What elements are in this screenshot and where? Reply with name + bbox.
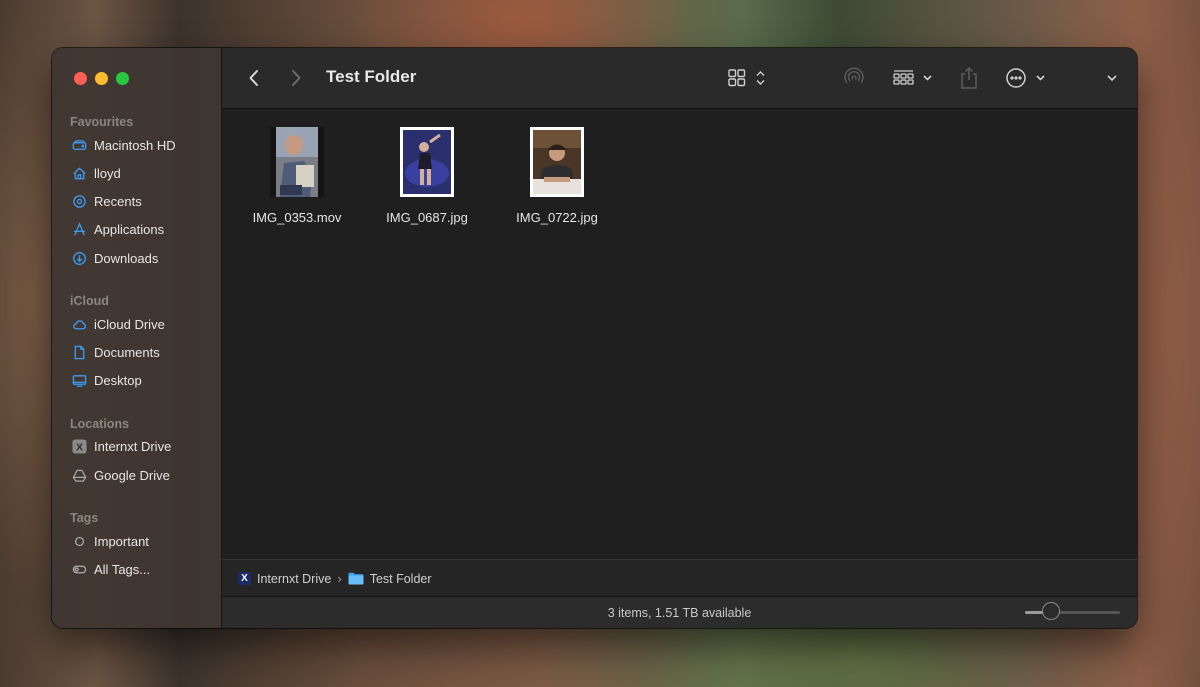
sidebar-item-label: Desktop [94,373,142,388]
desktop-icon [70,371,88,389]
tags-icon [70,560,88,578]
sidebar-item-google-drive[interactable]: Google Drive [70,463,170,487]
finder-window: Favourites Macintosh HD lloyd Recents Ap… [52,48,1137,628]
sidebar-item-desktop[interactable]: Desktop [70,368,142,392]
sidebar-item-label: Recents [94,194,142,209]
close-button[interactable] [74,72,87,85]
status-bar: 3 items, 1.51 TB available [222,596,1137,628]
sidebar-section-favourites: Favourites [70,115,133,129]
toolbar: Test Folder [222,48,1137,109]
sidebar-item-label: Macintosh HD [94,138,176,153]
sidebar-item-applications[interactable]: Applications [70,217,164,241]
svg-text:X: X [76,442,83,453]
sidebar-item-downloads[interactable]: Downloads [70,246,158,270]
sidebar-item-documents[interactable]: Documents [70,340,160,364]
tag-circle-icon [70,532,88,550]
file-name: IMG_0722.jpg [497,210,617,225]
airdrop-button[interactable] [842,66,866,90]
path-item-label: Test Folder [370,572,432,586]
hard-drive-icon [70,136,88,154]
file-item[interactable]: IMG_0687.jpg [367,127,487,225]
zoom-slider-knob[interactable] [1042,602,1060,620]
file-grid: IMG_0353.mov IMG_0687.jpg [222,109,1137,559]
file-item[interactable]: IMG_0722.jpg [497,127,617,225]
sidebar-item-all-tags[interactable]: All Tags... [70,557,150,581]
sidebar-item-macintosh-hd[interactable]: Macintosh HD [70,133,176,157]
chevron-right-icon [290,68,302,88]
group-button[interactable] [892,67,936,89]
forward-button[interactable] [286,66,306,90]
sidebar-item-lloyd[interactable]: lloyd [70,161,121,185]
download-icon [70,249,88,267]
applications-icon [70,220,88,238]
home-icon [70,164,88,182]
sidebar-item-label: Google Drive [94,468,170,483]
sidebar-item-icloud-drive[interactable]: iCloud Drive [70,312,165,336]
back-button[interactable] [244,66,264,90]
image-thumbnail [530,127,584,197]
window-controls [74,72,129,85]
clock-icon [70,192,88,210]
sidebar-item-label: Internxt Drive [94,439,171,454]
sidebar-section-icloud: iCloud [70,294,109,308]
path-separator-icon: › [337,571,341,586]
group-icon [892,67,936,89]
file-item[interactable]: IMG_0353.mov [237,127,357,225]
zoom-slider[interactable] [1025,611,1120,614]
share-button[interactable] [958,65,980,91]
document-icon [70,343,88,361]
sidebar: Favourites Macintosh HD lloyd Recents Ap… [52,48,222,628]
chevron-left-icon [248,68,260,88]
path-item-test-folder[interactable]: Test Folder [348,572,432,586]
sidebar-item-label: Documents [94,345,160,360]
sidebar-item-label: Downloads [94,251,158,266]
google-drive-icon [70,466,88,484]
internxt-icon: X [70,437,88,455]
sidebar-item-recents[interactable]: Recents [70,189,142,213]
main-pane: Test Folder [222,48,1137,628]
sidebar-item-label: All Tags... [94,562,150,577]
path-item-label: Internxt Drive [257,572,331,586]
file-name: IMG_0687.jpg [367,210,487,225]
status-text: 3 items, 1.51 TB available [222,606,1137,620]
ellipsis-circle-icon [1004,66,1050,90]
sidebar-item-important[interactable]: Important [70,529,149,553]
folder-icon [348,572,364,585]
sidebar-section-locations: Locations [70,417,129,431]
internxt-icon: X [238,572,251,585]
zoom-button[interactable] [116,72,129,85]
path-bar: X Internxt Drive › Test Folder [222,559,1137,597]
chevron-down-icon [1105,73,1119,83]
sidebar-item-label: Important [94,534,149,549]
share-icon [958,65,980,91]
sidebar-item-label: iCloud Drive [94,317,165,332]
sidebar-item-internxt-drive[interactable]: X Internxt Drive [70,434,171,458]
minimize-button[interactable] [95,72,108,85]
sidebar-item-label: lloyd [94,166,121,181]
file-name: IMG_0353.mov [237,210,357,225]
overflow-chevron-button[interactable] [1102,67,1122,89]
window-title: Test Folder [326,67,416,87]
cloud-icon [70,315,88,333]
icon-view-icon [726,67,770,89]
path-item-internxt-drive[interactable]: X Internxt Drive [238,572,331,586]
more-actions-button[interactable] [1004,66,1050,90]
sidebar-section-tags: Tags [70,511,98,525]
airdrop-icon [842,66,866,90]
video-thumbnail [270,127,324,197]
view-mode-button[interactable] [726,67,770,89]
image-thumbnail [400,127,454,197]
sidebar-item-label: Applications [94,222,164,237]
